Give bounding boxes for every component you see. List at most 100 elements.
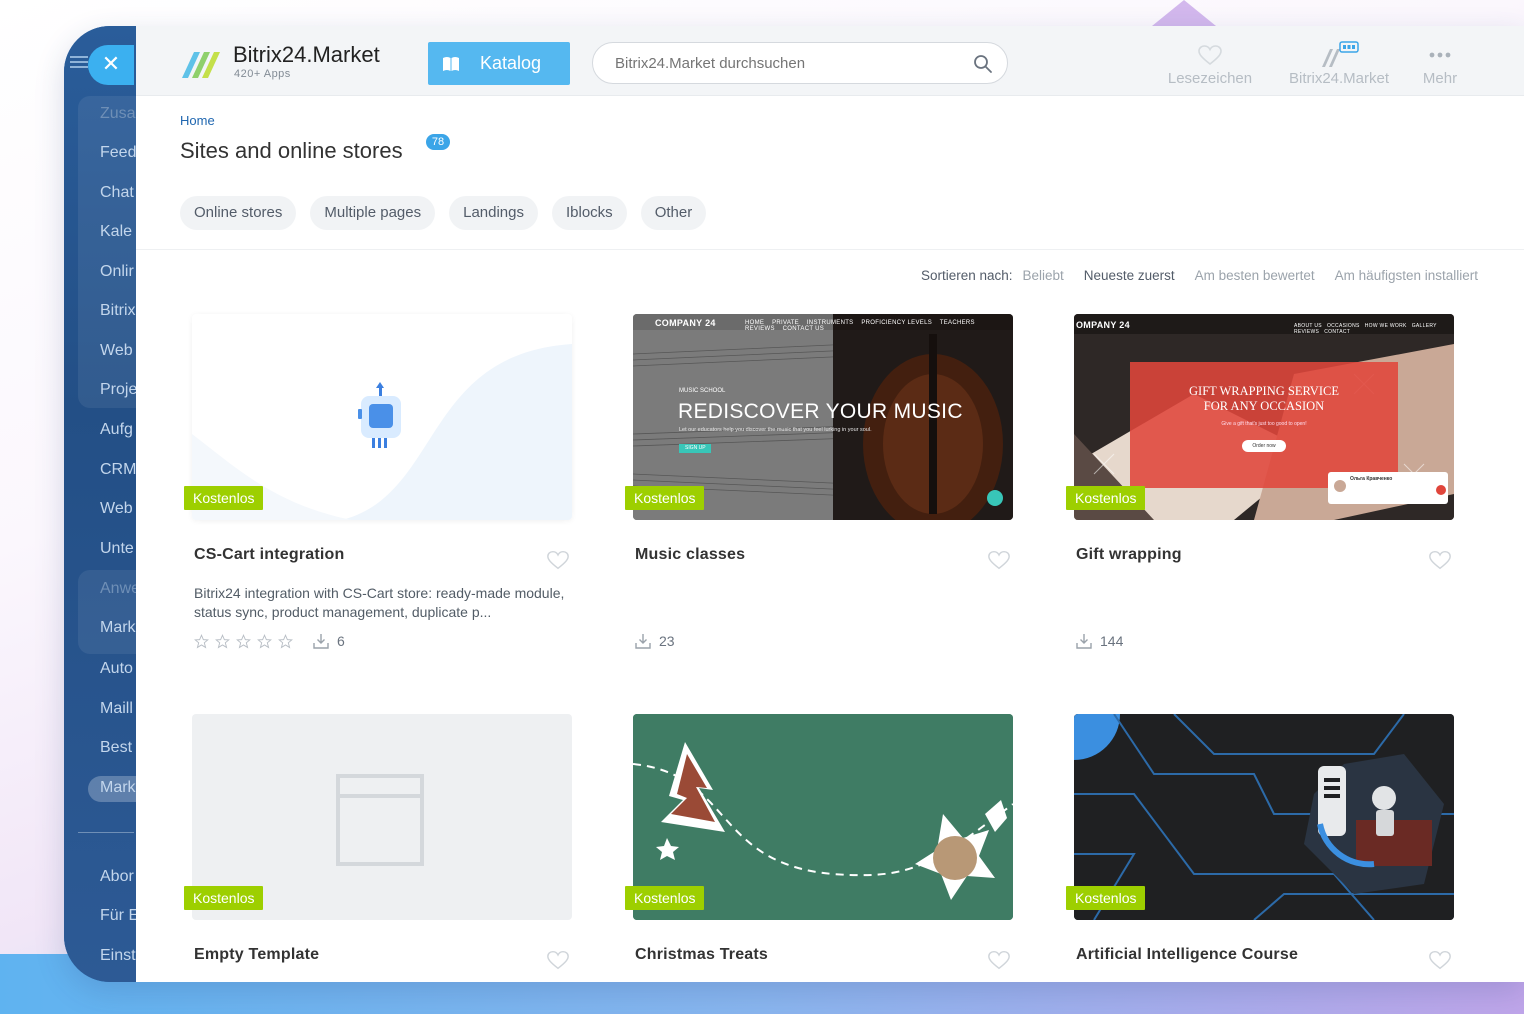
filter-multiple-pages[interactable]: Multiple pages [310,196,436,230]
sidebar-item[interactable]: Web [100,342,133,360]
sidebar-item[interactable]: Feed [100,144,136,162]
more-nav[interactable]: Mehr [1410,40,1470,87]
filter-other[interactable]: Other [640,196,707,230]
sidebar-item[interactable]: Kale [100,223,132,241]
sort-top-rated[interactable]: Am besten bewertet [1195,268,1315,283]
app-title[interactable]: Artificial Intelligence Course [1076,946,1298,964]
download-icon [1076,634,1092,649]
search-box [592,42,1008,84]
thumb-subtext: Let our educators help you discover the … [679,427,872,433]
free-badge: Kostenlos [625,486,705,510]
thumb-headline: REDISCOVER YOUR MUSIC [678,400,963,423]
app-meta: 23 [635,633,675,649]
install-count: 144 [1100,633,1124,649]
star-icon [278,633,293,648]
sidebar-item[interactable]: Aufg [100,421,133,439]
sidebar-item[interactable]: Bitrix [100,302,136,320]
app-meta: 144 [1076,633,1123,649]
katalog-label: Katalog [480,53,542,73]
heart-icon [1198,45,1222,66]
bookmark-heart-icon[interactable] [546,949,570,971]
app-title[interactable]: Music classes [635,546,745,564]
free-badge: Kostenlos [184,486,264,510]
thumb-brand: OMPANY 24 [1076,320,1130,330]
more-dots-icon [1429,52,1451,58]
sidebar-item[interactable]: Abor [100,868,134,886]
sidebar-item[interactable]: Proje [100,381,137,399]
close-slider-button[interactable]: ✕ [88,45,134,85]
filter-online-stores[interactable]: Online stores [180,196,297,230]
sidebar-item[interactable]: Unte [100,540,134,558]
sort-newest[interactable]: Neueste zuerst [1084,268,1175,283]
page-title: Sites and online stores [180,138,403,163]
app-title[interactable]: Christmas Treats [635,946,768,964]
thumb-review-name: Ольга Кравченко [1350,476,1393,482]
bitrix24-market-logo[interactable] [180,48,222,80]
sidebar-item[interactable]: Best [100,739,132,757]
market-icon [1322,41,1359,67]
bookmark-heart-icon[interactable] [1428,949,1452,971]
sidebar-item[interactable]: Mark [100,619,136,637]
sidebar-group [78,96,138,408]
sort-label: Sortieren nach: [920,268,1013,283]
bookmarks-label: Lesezeichen [1167,70,1253,87]
thumb-nav: HOME PRIVATE INSTRUMENTS PROFICIENCY LEV… [745,320,975,332]
filter-landings[interactable]: Landings [449,196,538,230]
bookmark-heart-icon[interactable] [1428,549,1452,571]
star-icon [257,633,272,648]
star-icon [194,633,209,648]
rating-stars [194,633,293,649]
sort-most-installed[interactable]: Am häufigsten installiert [1335,268,1478,283]
thumb-headline: GIFT WRAPPING SERVICE FOR ANY OCCASION [1189,384,1339,413]
decorative-triangle [1152,0,1216,26]
free-badge: Kostenlos [1066,886,1146,910]
app-title[interactable]: CS-Cart integration [194,546,344,564]
install-count: 6 [337,633,345,649]
free-badge: Kostenlos [184,886,264,910]
market-header: Bitrix24.Market 420+ Apps Katalog Bitrix… [136,26,1524,96]
katalog-button[interactable]: Katalog [428,42,570,85]
logo-subtitle: 420+ Apps [234,68,291,80]
sidebar-item[interactable]: Für E [100,907,139,925]
hamburger-menu-icon[interactable] [70,56,88,68]
sidebar-item[interactable]: Zusa [100,105,136,123]
thumb-cta: SIGN UP [685,445,706,451]
market-label: Bitrix24.Market [1288,70,1390,87]
thumb-subtext: Give a gift that's just too good to open… [1221,421,1307,427]
sidebar-item-active[interactable]: Mark [100,779,136,797]
app-title[interactable]: Gift wrapping [1076,546,1182,564]
app-meta: 6 [194,633,345,649]
logo-title: Bitrix24.Market [233,42,380,67]
thumb-nav: ABOUT US OCCASIONS HOW WE WORK GALLERY R… [1294,323,1437,335]
market-panel: Bitrix24.Market 420+ Apps Katalog Bitrix… [136,26,1524,982]
download-icon [635,634,651,649]
sidebar-item[interactable]: Einst [100,947,136,965]
sort-bar: Sortieren nach: Beliebt Neueste zuerst A… [921,268,1478,283]
sidebar-item[interactable]: Onlir [100,263,134,281]
app-window: ✕ Zusa Feed Chat Kale Onlir Bitrix Web P… [64,26,1524,982]
sidebar-item[interactable]: Maill [100,700,133,718]
bookmarks-nav[interactable]: Lesezeichen [1160,40,1260,87]
app-title[interactable]: Empty Template [194,946,319,964]
sidebar-item[interactable]: CRM [100,461,136,479]
filter-iblocks[interactable]: Iblocks [552,196,627,230]
star-icon [215,633,230,648]
sidebar-item[interactable]: Web [100,500,133,518]
bookmark-heart-icon[interactable] [987,549,1011,571]
install-count: 23 [659,633,675,649]
market-nav[interactable]: Bitrix24.Market [1276,40,1402,87]
sort-popular[interactable]: Beliebt [1023,268,1064,283]
book-icon [443,56,459,71]
category-filters: Online stores Multiple pages Landings Ib… [180,196,707,230]
sidebar-item[interactable]: Auto [100,660,133,678]
sidebar-item[interactable]: Anwe [100,580,140,598]
breadcrumb-home[interactable]: Home [180,113,215,128]
app-description: Bitrix24 integration with CS-Cart store:… [194,585,565,620]
bookmark-heart-icon[interactable] [546,549,570,571]
search-icon[interactable] [973,54,993,74]
search-input[interactable] [615,43,955,83]
sidebar-item[interactable]: Chat [100,184,134,202]
bookmark-heart-icon[interactable] [987,949,1011,971]
count-badge: 78 [426,134,450,150]
thumb-cta: Order now [1252,443,1276,449]
